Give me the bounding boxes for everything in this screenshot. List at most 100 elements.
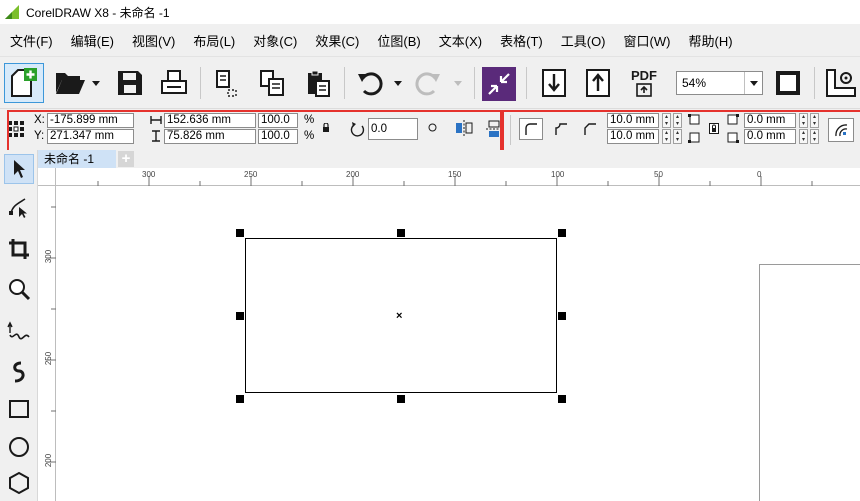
scale-height-field[interactable]: 100.0 (258, 129, 298, 144)
round-corner-button[interactable] (519, 118, 543, 140)
corner-radius-top-right-field[interactable]: 0.0 mm (744, 113, 796, 128)
title-bar: CorelDRAW X8 - 未命名 -1 (0, 0, 860, 24)
corner-top-right-spinner-2[interactable]: ▴ ▾ (810, 113, 819, 128)
menu-window[interactable]: 窗口(W) (618, 31, 677, 50)
object-origin-icon[interactable] (8, 121, 24, 137)
menu-object[interactable]: 对象(C) (247, 31, 303, 50)
menu-layout[interactable]: 布局(L) (187, 31, 241, 50)
magnifier-icon (9, 279, 31, 301)
copy-button[interactable] (254, 65, 290, 101)
round-corner-icon (525, 123, 537, 135)
handle-middle-right[interactable] (558, 312, 566, 320)
x-position-field[interactable]: -175.899 mm (47, 113, 134, 128)
menu-bitmaps[interactable]: 位图(B) (371, 31, 426, 50)
h-ruler-label-200: 200 (346, 170, 360, 179)
corner-radius-bottom-left-field[interactable]: 10.0 mm (607, 129, 659, 144)
handle-middle-left[interactable] (236, 312, 244, 320)
menu-text[interactable]: 文本(X) (433, 31, 488, 50)
crop-tool[interactable] (4, 234, 34, 264)
mirror-vertical-icon[interactable] (486, 120, 502, 138)
handle-top-right[interactable] (558, 229, 566, 237)
chamfered-corner-button[interactable] (578, 118, 602, 140)
corner-bottom-right-spinner-2[interactable]: ▴ ▾ (810, 129, 819, 144)
corner-bottom-left-spinner[interactable]: ▴ ▾ (662, 129, 671, 144)
menu-edit[interactable]: 编辑(E) (65, 31, 120, 50)
undo-dropdown-button[interactable] (392, 77, 404, 89)
undo-button[interactable] (352, 65, 388, 101)
publish-pdf-button[interactable]: PDF (624, 63, 664, 103)
handle-bottom-center[interactable] (397, 395, 405, 403)
export-button[interactable] (580, 65, 616, 101)
menu-effects[interactable]: 效果(C) (309, 31, 365, 50)
scalloped-corner-icon (555, 123, 567, 135)
shape-tool[interactable] (4, 192, 34, 222)
corner-top-left-spinner-2[interactable]: ▴ ▾ (673, 113, 682, 128)
corner-top-left-spinner[interactable]: ▴ ▾ (662, 113, 671, 128)
open-button[interactable] (52, 65, 88, 101)
zoom-tool[interactable] (4, 274, 34, 304)
ellipse-tool[interactable] (4, 432, 34, 462)
full-screen-button[interactable] (770, 65, 806, 101)
vertical-ruler[interactable]: 300 250 200 (38, 186, 56, 501)
options-button[interactable] (822, 65, 860, 101)
crop-icon (9, 239, 29, 259)
new-document-button[interactable] (4, 63, 44, 103)
corner-bottom-left-spinner-2[interactable]: ▴ ▾ (673, 129, 682, 144)
pick-tool[interactable] (4, 154, 34, 184)
menu-tools[interactable]: 工具(O) (555, 31, 612, 50)
lock-ratio-icon[interactable] (322, 123, 330, 132)
rotation-field[interactable]: 0.0 (368, 118, 418, 140)
freehand-tool[interactable] (4, 316, 34, 346)
search-content-button[interactable] (482, 67, 516, 101)
import-button[interactable] (536, 65, 572, 101)
corner-radius-top-left-field[interactable]: 10.0 mm (607, 113, 659, 128)
paste-button[interactable] (300, 65, 336, 101)
corner-position-right-icon (727, 114, 739, 143)
new-tab-button[interactable]: + (118, 151, 134, 167)
menu-view[interactable]: 视图(V) (126, 31, 181, 50)
mirror-horizontal-icon[interactable] (455, 120, 473, 136)
zoom-level-select[interactable]: 54% (676, 71, 763, 95)
shape-node-icon (9, 198, 27, 218)
y-position-field[interactable]: 271.347 mm (47, 129, 134, 144)
copy-icon (260, 70, 284, 96)
corner-radius-bottom-right-field[interactable]: 0.0 mm (744, 129, 796, 144)
save-button[interactable] (112, 65, 148, 101)
menu-file[interactable]: 文件(F) (4, 31, 59, 50)
scalloped-corner-button[interactable] (549, 118, 573, 140)
open-dropdown-button[interactable] (90, 77, 102, 89)
menu-table[interactable]: 表格(T) (494, 31, 549, 50)
cut-button[interactable] (208, 65, 244, 101)
height-icon (152, 130, 160, 142)
h-ruler-label-100: 100 (551, 170, 565, 179)
handle-bottom-left[interactable] (236, 395, 244, 403)
redo-dropdown-button[interactable] (452, 77, 464, 89)
height-field[interactable]: 75.826 mm (164, 129, 256, 144)
zoom-dropdown-button[interactable] (744, 72, 762, 94)
polygon-icon (9, 471, 29, 495)
rotation-icon (350, 122, 365, 137)
corner-lock-icon[interactable] (709, 123, 719, 134)
menu-help[interactable]: 帮助(H) (682, 31, 738, 50)
corner-top-right-spinner[interactable]: ▴ ▾ (799, 113, 808, 128)
corner-scaling-icon (835, 124, 848, 137)
scale-width-field[interactable]: 100.0 (258, 113, 298, 128)
polygon-tool[interactable] (4, 468, 34, 498)
handle-top-left[interactable] (236, 229, 244, 237)
corner-bottom-right-spinner[interactable]: ▴ ▾ (799, 129, 808, 144)
width-field[interactable]: 152.636 mm (164, 113, 256, 128)
handle-top-center[interactable] (397, 229, 405, 237)
document-tab[interactable]: 未命名 -1 (38, 150, 116, 168)
handle-bottom-right[interactable] (558, 395, 566, 403)
rectangle-tool[interactable] (4, 394, 34, 424)
artistic-media-tool[interactable] (4, 356, 34, 386)
paste-icon (308, 70, 330, 97)
redo-button[interactable] (410, 65, 446, 101)
import-icon (542, 69, 566, 97)
caret-down-icon (92, 80, 100, 86)
ruler-origin-corner[interactable] (38, 168, 56, 186)
relative-corner-scaling-button[interactable] (828, 118, 854, 142)
print-button[interactable] (156, 65, 192, 101)
horizontal-ruler[interactable]: 300 250 200 150 100 50 0 (38, 168, 860, 186)
collapse-arrows-icon (488, 73, 510, 95)
